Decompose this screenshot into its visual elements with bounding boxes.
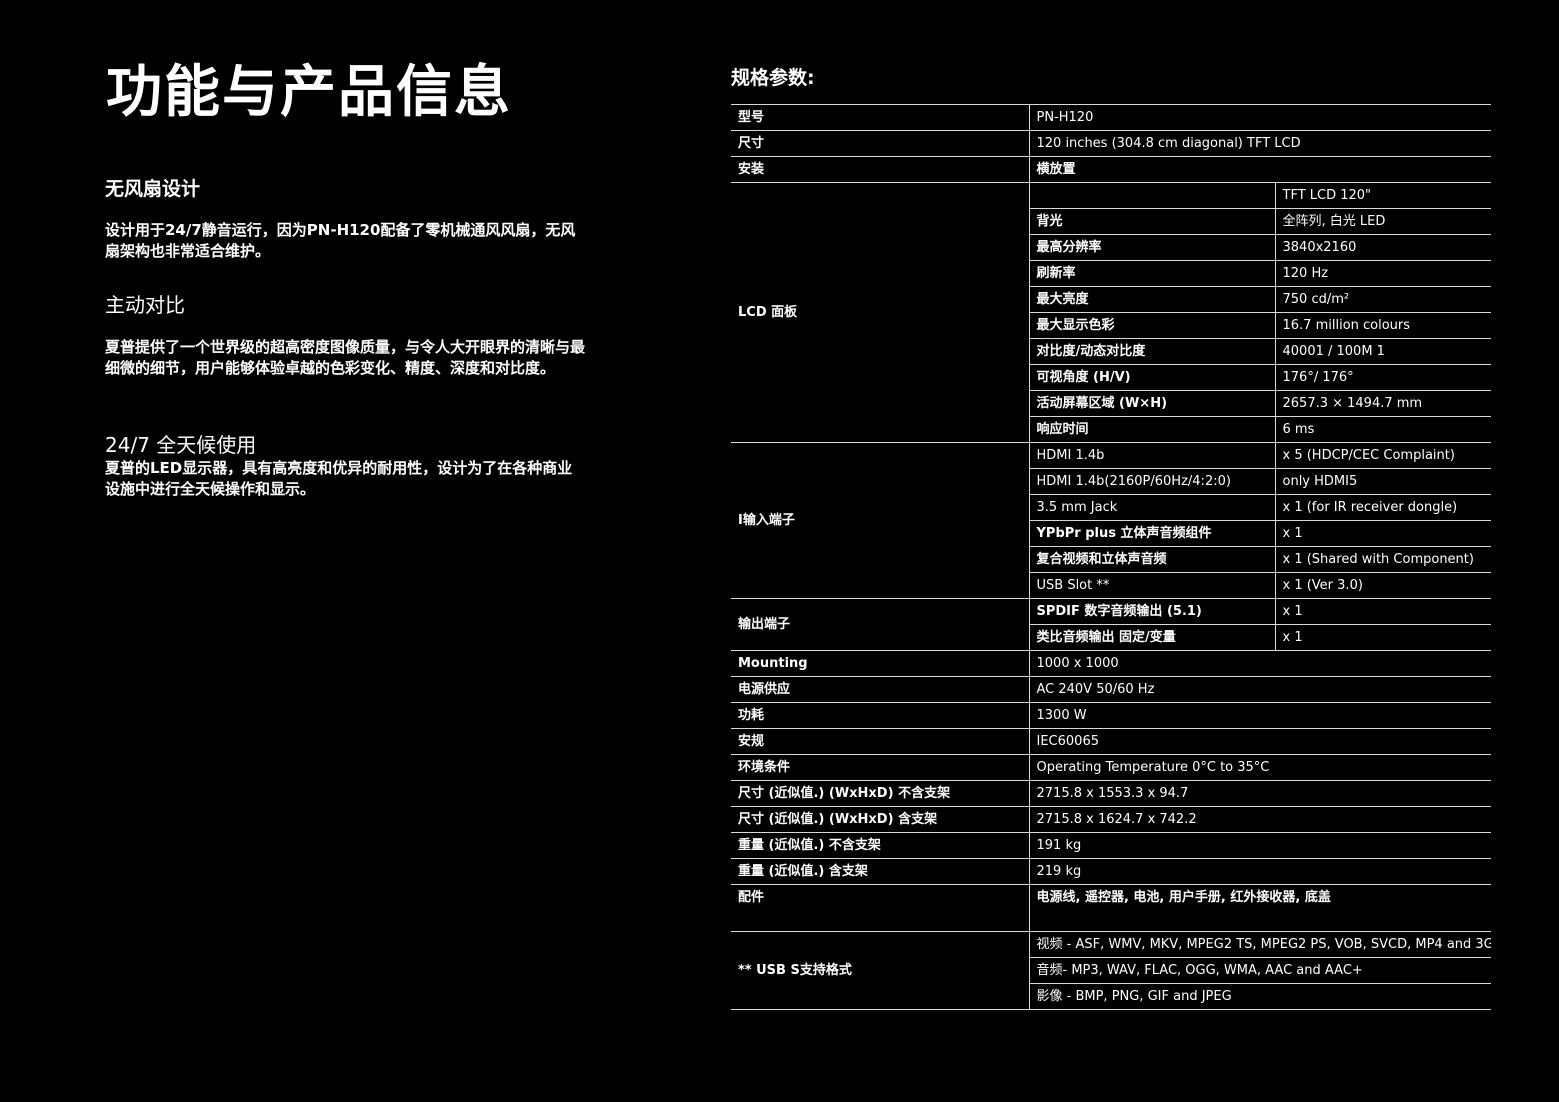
spec-sub-value: x 1 — [1274, 520, 1491, 547]
section-active-contrast: 主动对比 夏普提供了一个世界级的超高密度图像质量，与令人大开眼界的清晰与最细微的… — [105, 292, 585, 379]
section-24-7: 24/7 全天候使用 夏普的LED显示器，具有高亮度和优异的耐用性，设计为了在各… — [105, 432, 585, 500]
spec-value: Operating Temperature 0°C to 35°C — [1028, 754, 1491, 781]
spec-sub-label: 活动屏幕区域 (W×H) — [1028, 390, 1275, 417]
spec-value: AC 240V 50/60 Hz — [1028, 676, 1491, 703]
spec-label: 尺寸 (近似值.) (WxHxD) 含支架 — [731, 806, 1029, 833]
table-row: 尺寸 120 inches (304.8 cm diagonal) TFT LC… — [731, 130, 1491, 157]
spec-sub-label: USB Slot ** — [1028, 572, 1275, 599]
spec-label: 型号 — [731, 104, 1029, 131]
table-row: 输出端子 SPDIF 数字音频输出 (5.1) x 1 — [731, 598, 1491, 651]
table-row: 重量 (近似值.) 不含支架 191 kg — [731, 832, 1491, 859]
spec-label: 配件 — [731, 884, 1029, 932]
spec-value: PN-H120 — [1028, 104, 1491, 131]
spec-sub-label: 最大显示色彩 — [1028, 312, 1275, 339]
spec-value: 120 inches (304.8 cm diagonal) TFT LCD — [1028, 130, 1491, 157]
spec-sub-label: 最高分辨率 — [1028, 234, 1275, 261]
spec-value: IEC60065 — [1028, 728, 1491, 755]
spec-value: 横放置 — [1028, 156, 1491, 183]
spec-sub-value: x 1 (Shared with Component) — [1274, 546, 1491, 573]
spec-sub-label: 3.5 mm Jack — [1028, 494, 1275, 521]
spec-group-label: ** USB S支持格式 — [731, 931, 1029, 1010]
spec-sub-value: x 1 — [1274, 598, 1491, 625]
spec-sub-label: HDMI 1.4b(2160P/60Hz/4:2:0) — [1028, 468, 1275, 495]
spec-label: 重量 (近似值.) 不含支架 — [731, 832, 1029, 859]
table-row: 电源供应 AC 240V 50/60 Hz — [731, 676, 1491, 703]
spec-label: 功耗 — [731, 702, 1029, 729]
section-body: 设计用于24/7静音运行，因为PN-H120配备了零机械通风风扇，无风扇架构也非… — [105, 221, 576, 260]
table-row: ** USB S支持格式 视频 - ASF, WMV, MKV, MPEG2 TS… — [731, 931, 1491, 1010]
spec-label: 安装 — [731, 156, 1029, 183]
table-row: 安规 IEC60065 — [731, 728, 1491, 755]
spec-value: 影像 - BMP, PNG, GIF and JPEG — [1028, 983, 1491, 1010]
spec-value: 电源线, 遥控器, 电池, 用户手册, 红外接收器, 底盖 — [1028, 884, 1491, 932]
table-row: 尺寸 (近似值.) (WxHxD) 不含支架 2715.8 x 1553.3 x … — [731, 780, 1491, 807]
spec-label: 尺寸 — [731, 130, 1029, 157]
spec-value: 191 kg — [1028, 832, 1491, 859]
table-row: I输入端子 HDMI 1.4b x 5 (HDCP/CEC Complaint) — [731, 442, 1491, 599]
spec-sub-value: 40001 / 100M 1 — [1274, 338, 1491, 365]
section-heading: 24/7 全天候使用 — [105, 433, 257, 457]
spec-label: Mounting — [731, 650, 1029, 677]
spec-value: 2715.8 x 1624.7 x 742.2 — [1028, 806, 1491, 833]
spec-sub-value: x 5 (HDCP/CEC Complaint) — [1274, 442, 1491, 469]
spec-value: 音频- MP3, WAV, FLAC, OGG, WMA, AAC and AA… — [1028, 957, 1491, 984]
spec-sub-value: only HDMI5 — [1274, 468, 1491, 495]
spec-value: 219 kg — [1028, 858, 1491, 885]
spec-sub-value: 120 Hz — [1274, 260, 1491, 287]
spec-label: 重量 (近似值.) 含支架 — [731, 858, 1029, 885]
spec-sub-label: 类比音频输出 固定/变量 — [1028, 624, 1275, 651]
spec-sub-label: HDMI 1.4b — [1028, 442, 1275, 469]
spec-sub-label: 复合视频和立体声音频 — [1028, 546, 1275, 573]
spec-sub-value: 全阵列, 白光 LED — [1274, 208, 1491, 235]
spec-sub-label: 刷新率 — [1028, 260, 1275, 287]
spec-value: 视频 - ASF, WMV, MKV, MPEG2 TS, MPEG2 PS, … — [1028, 931, 1491, 958]
spec-table: 型号 PN-H120 尺寸 120 inches (304.8 cm diago… — [731, 104, 1491, 1010]
spec-sub-label: 最大亮度 — [1028, 286, 1275, 313]
section-body: 夏普的LED显示器，具有高亮度和优异的耐用性，设计为了在各种商业设施中进行全天候… — [105, 459, 573, 498]
spec-sub-label: SPDIF 数字音频输出 (5.1) — [1028, 598, 1275, 625]
spec-sub-label: 响应时间 — [1028, 416, 1275, 443]
table-row: 功耗 1300 W — [731, 702, 1491, 729]
spec-sub-label — [1028, 182, 1275, 209]
section-heading: 无风扇设计 — [105, 178, 201, 200]
table-row: 型号 PN-H120 — [731, 104, 1491, 131]
spec-label: 电源供应 — [731, 676, 1029, 703]
spec-sub-label: YPbPr plus 立体声音频组件 — [1028, 520, 1275, 547]
section-body: 夏普提供了一个世界级的超高密度图像质量，与令人大开眼界的清晰与最细微的细节，用户… — [105, 338, 586, 377]
spec-sub-value: 16.7 million colours — [1274, 312, 1491, 339]
table-row: 安装 横放置 — [731, 156, 1491, 183]
table-row: LCD 面板 TFT LCD 120" — [731, 182, 1491, 443]
spec-sub-value: 2657.3 × 1494.7 mm — [1274, 390, 1491, 417]
table-row: 尺寸 (近似值.) (WxHxD) 含支架 2715.8 x 1624.7 x 7… — [731, 806, 1491, 833]
spec-sub-value: 750 cd/m² — [1274, 286, 1491, 313]
spec-sub-value: x 1 (Ver 3.0) — [1274, 572, 1491, 599]
table-row: 环境条件 Operating Temperature 0°C to 35°C — [731, 754, 1491, 781]
spec-group-label: I输入端子 — [731, 442, 1029, 599]
spec-sub-label: 对比度/动态对比度 — [1028, 338, 1275, 365]
table-row: Mounting 1000 x 1000 — [731, 650, 1491, 677]
section-heading: 主动对比 — [105, 293, 185, 317]
spec-sub-value: x 1 — [1274, 624, 1491, 651]
table-row: 重量 (近似值.) 含支架 219 kg — [731, 858, 1491, 885]
spec-group-label: 输出端子 — [731, 598, 1029, 651]
spec-label: 尺寸 (近似值.) (WxHxD) 不含支架 — [731, 780, 1029, 807]
spec-value: 1000 x 1000 — [1028, 650, 1491, 677]
spec-label: 环境条件 — [731, 754, 1029, 781]
spec-sub-value: 176°/ 176° — [1274, 364, 1491, 391]
spec-heading: 规格参数: — [731, 67, 815, 89]
spec-group-label: LCD 面板 — [731, 182, 1029, 443]
table-row: 配件 电源线, 遥控器, 电池, 用户手册, 红外接收器, 底盖 — [731, 884, 1491, 932]
spec-sub-value: 6 ms — [1274, 416, 1491, 443]
section-fanless: 无风扇设计 设计用于24/7静音运行，因为PN-H120配备了零机械通风风扇，无… — [105, 176, 585, 262]
spec-sub-label: 可视角度 (H/V) — [1028, 364, 1275, 391]
spec-value: 1300 W — [1028, 702, 1491, 729]
spec-sub-value: 3840x2160 — [1274, 234, 1491, 261]
spec-value: 2715.8 x 1553.3 x 94.7 — [1028, 780, 1491, 807]
spec-sub-value: TFT LCD 120" — [1274, 182, 1491, 209]
page-title: 功能与产品信息 — [106, 60, 512, 125]
spec-sub-value: x 1 (for IR receiver dongle) — [1274, 494, 1491, 521]
spec-label: 安规 — [731, 728, 1029, 755]
spec-sub-label: 背光 — [1028, 208, 1275, 235]
